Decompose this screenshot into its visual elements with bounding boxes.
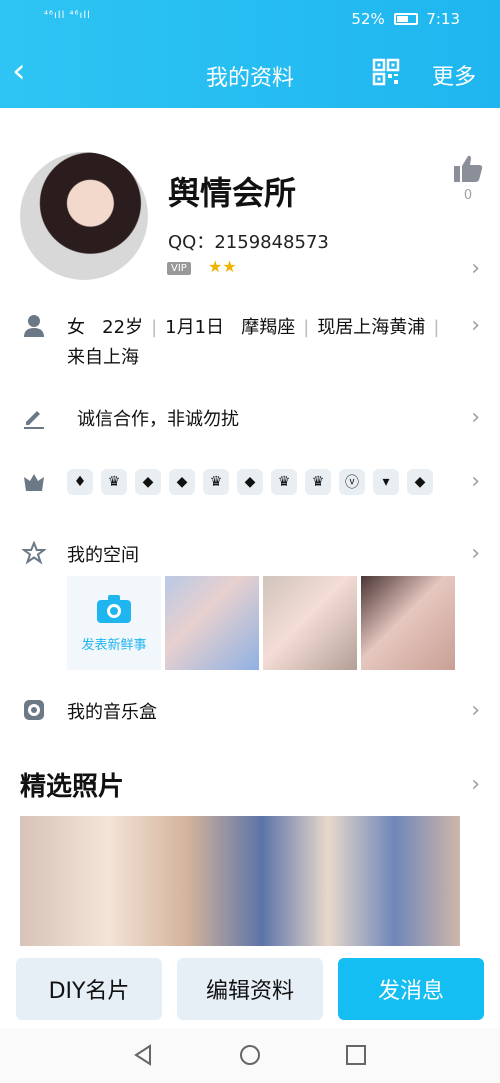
battery-icon [393, 13, 418, 25]
like-button[interactable]: 0 [452, 154, 484, 203]
qq-number: QQ：2159848573 [168, 232, 329, 253]
top-bar: ⁴⁶ıll ⁴⁶ıll 52% 7:13 ‹ 我的资料 更多 [0, 0, 500, 108]
badge-icon[interactable]: ◆ [237, 469, 263, 495]
profile-name: 舆情会所 [168, 174, 297, 212]
back-triangle-icon[interactable] [132, 1044, 154, 1066]
badges-row[interactable]: ♦ ♛ ◆ ◆ ♛ ◆ ♛ ♛ ⓥ ▾ ◆ › [0, 469, 500, 499]
chevron-right-icon[interactable]: › [471, 772, 480, 797]
music-box-row[interactable]: 我的音乐盒 › [0, 698, 500, 728]
badge-icon[interactable]: ♛ [101, 469, 127, 495]
featured-photos-title: 精选照片 [20, 772, 125, 802]
page-title: 我的资料 [205, 66, 294, 91]
featured-photo[interactable] [20, 816, 460, 946]
diy-card-button[interactable]: DIY名片 [16, 958, 162, 1020]
zodiac: 摩羯座 [241, 317, 296, 338]
space-photo[interactable] [263, 576, 357, 670]
space-photo[interactable] [361, 576, 455, 670]
battery-percent: 52% [351, 10, 385, 28]
chevron-right-icon: › [471, 256, 480, 281]
space-tiles: 发表新鲜事 [67, 576, 455, 670]
action-bar: DIY名片 编辑资料 发消息 [0, 948, 500, 1028]
send-message-button[interactable]: 发消息 [338, 958, 484, 1020]
birthday: 1月1日 [165, 317, 225, 338]
vip-badge: VIP [167, 262, 191, 275]
badge-icon[interactable]: ♛ [271, 469, 297, 495]
level-stars: ★★ [208, 257, 237, 276]
personal-info-row[interactable]: 女 22岁 | 1月1日 摩羯座 | 现居上海黄浦 | 来自上海 › [0, 313, 500, 373]
badge-icon[interactable]: ▾ [373, 469, 399, 495]
home-circle-icon[interactable] [239, 1044, 261, 1066]
title-bar: ‹ 我的资料 更多 [0, 50, 500, 100]
space-photo[interactable] [165, 576, 259, 670]
badge-icon[interactable]: ◆ [169, 469, 195, 495]
badge-icon[interactable]: ♦ [67, 469, 93, 495]
chevron-right-icon: › [471, 541, 480, 566]
residence: 现居上海黄浦 [317, 317, 426, 338]
crown-icon [24, 474, 44, 491]
signature: 诚信合作，非诚勿扰 [77, 409, 239, 430]
music-disc-icon [24, 700, 44, 720]
chevron-right-icon: › [471, 405, 480, 430]
signature-row[interactable]: 诚信合作，非诚勿扰 › [0, 405, 500, 435]
badge-icon[interactable]: ♛ [203, 469, 229, 495]
music-box-label: 我的音乐盒 [67, 702, 157, 723]
gender: 女 [67, 317, 85, 338]
personal-info: 女 22岁 | 1月1日 摩羯座 | 现居上海黄浦 | 来自上海 [67, 317, 440, 368]
badge-icon[interactable]: ◆ [135, 469, 161, 495]
badge-icon[interactable]: ◆ [407, 469, 433, 495]
age: 22岁 [102, 317, 144, 338]
person-icon [24, 315, 44, 337]
camera-icon [97, 594, 131, 623]
post-new-button[interactable]: 发表新鲜事 [67, 576, 161, 670]
chevron-right-icon: › [471, 313, 480, 338]
edit-profile-button[interactable]: 编辑资料 [177, 958, 323, 1020]
chevron-right-icon: › [471, 469, 480, 494]
badge-list: ♦ ♛ ◆ ◆ ♛ ◆ ♛ ♛ ⓥ ▾ ◆ [67, 469, 433, 495]
status-bar: ⁴⁶ıll ⁴⁶ıll 52% 7:13 [0, 0, 500, 38]
thumbs-up-icon [454, 155, 483, 182]
hometown: 来自上海 [67, 347, 139, 368]
recent-apps-icon[interactable] [345, 1044, 367, 1066]
clock: 7:13 [426, 10, 460, 28]
avatar[interactable] [20, 152, 148, 280]
profile-header[interactable]: 舆情会所 QQ：2159848573 VIP ★★ 0 › [0, 150, 500, 290]
system-nav-bar [0, 1028, 500, 1083]
my-space-label: 我的空间 [67, 545, 139, 566]
signal-indicator: ⁴⁶ıll ⁴⁶ıll [44, 10, 91, 21]
post-new-label: 发表新鲜事 [81, 637, 147, 653]
chevron-right-icon: › [471, 698, 480, 723]
badge-icon[interactable]: ⓥ [339, 469, 365, 495]
status-right: 52% 7:13 [351, 10, 460, 28]
qr-code-icon[interactable] [372, 58, 400, 86]
star-icon [22, 541, 46, 565]
pencil-icon [24, 411, 44, 429]
my-space-row[interactable]: 我的空间 › [0, 541, 500, 571]
more-button[interactable]: 更多 [432, 59, 476, 91]
like-count: 0 [463, 188, 473, 203]
badge-icon[interactable]: ♛ [305, 469, 331, 495]
